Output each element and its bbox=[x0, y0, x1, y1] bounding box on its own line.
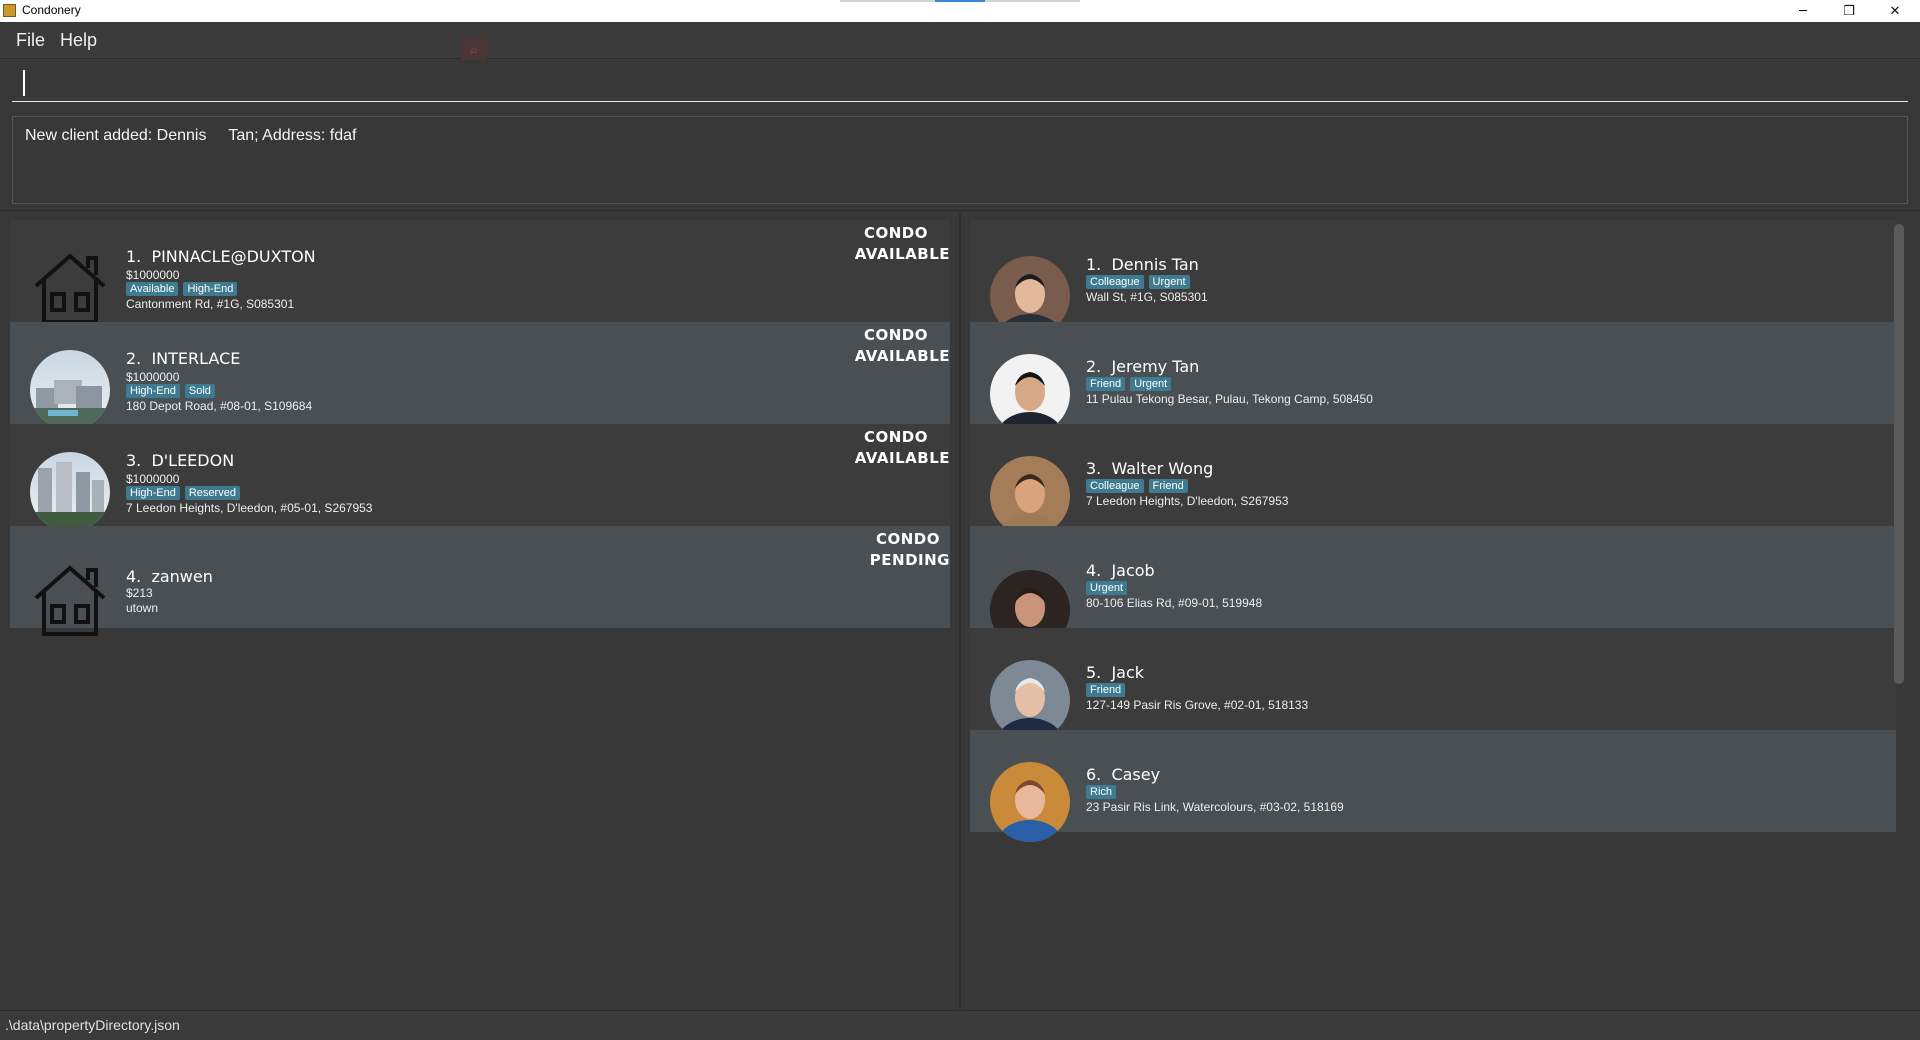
text-cursor bbox=[23, 70, 25, 96]
client-avatar bbox=[990, 456, 1070, 536]
property-list[interactable]: 1. PINNACLE@DUXTON $1000000 Available High-… bbox=[10, 220, 950, 1010]
app-icon bbox=[3, 4, 16, 17]
title-bar: Condonery ─ ❐ ✕ bbox=[0, 0, 1920, 22]
status-file-path: .\data\propertyDirectory.json bbox=[5, 1017, 180, 1033]
property-price: $1000000 bbox=[126, 268, 180, 282]
minimize-button[interactable]: ─ bbox=[1780, 0, 1826, 22]
property-address: Cantonment Rd, #1G, S085301 bbox=[126, 297, 295, 311]
client-tags: Colleague Friend bbox=[1086, 479, 1188, 493]
client-card[interactable]: 2. Jeremy Tan Friend Urgent 11 Pulau Tekong… bbox=[970, 322, 1896, 434]
property-card[interactable]: 3. D'LEEDON $1000000 High-End Reserved 7 Lee… bbox=[10, 424, 950, 532]
tag-label: Friend bbox=[1148, 479, 1188, 493]
property-tags: High-End Sold bbox=[126, 384, 215, 398]
property-type: CONDO bbox=[875, 530, 940, 548]
tag-label: High-End bbox=[183, 282, 238, 296]
tag-label: High-End bbox=[126, 384, 180, 398]
tag-label: Friend bbox=[1086, 377, 1126, 391]
tag-label: Reserved bbox=[184, 486, 240, 500]
client-avatar bbox=[990, 762, 1070, 842]
property-card[interactable]: 2. INTERLACE $1000000 High-End Sold 180 Depo… bbox=[10, 322, 950, 430]
house-icon bbox=[30, 248, 110, 328]
client-avatar bbox=[990, 354, 1070, 434]
client-tags: Colleague Urgent bbox=[1086, 275, 1190, 289]
property-address: utown bbox=[126, 601, 159, 615]
client-tags: Friend Urgent bbox=[1086, 377, 1172, 391]
property-status: PENDING bbox=[869, 551, 950, 569]
split-pane-divider[interactable] bbox=[959, 212, 961, 1010]
client-tags: Urgent bbox=[1086, 581, 1128, 595]
property-address: 7 Leedon Heights, D'leedon, #05-01, S267… bbox=[126, 501, 373, 515]
command-input[interactable] bbox=[12, 68, 1908, 102]
client-address: 7 Leedon Heights, D'leedon, S267953 bbox=[1086, 494, 1289, 508]
property-tags: High-End Reserved bbox=[126, 486, 240, 500]
client-name: 5. Jack bbox=[1086, 663, 1145, 682]
command-box bbox=[0, 60, 1920, 108]
tag-label: Available bbox=[126, 282, 179, 296]
divider bbox=[0, 210, 1920, 211]
client-name: 6. Casey bbox=[1086, 765, 1161, 784]
result-display: New client added: Dennis Tan; Address: f… bbox=[12, 116, 1908, 204]
menu-bar: File Help bbox=[0, 22, 1920, 59]
house-icon bbox=[30, 560, 110, 640]
client-name: 4. Jacob bbox=[1086, 561, 1155, 580]
tag-label: High-End bbox=[126, 486, 180, 500]
property-status: AVAILABLE bbox=[854, 347, 950, 365]
client-card[interactable]: 4. Jacob Urgent 80-106 Elias Rd, #09-01, 5… bbox=[970, 526, 1896, 650]
property-name: 4. zanwen bbox=[126, 567, 213, 586]
property-photo bbox=[30, 350, 110, 430]
client-card[interactable]: 1. Dennis Tan Colleague Urgent Wall St, #1G… bbox=[970, 220, 1896, 336]
client-name: 1. Dennis Tan bbox=[1086, 255, 1199, 274]
menu-help[interactable]: Help bbox=[60, 30, 97, 51]
client-address: Wall St, #1G, S085301 bbox=[1086, 290, 1208, 304]
property-address: 180 Depot Road, #08-01, S109684 bbox=[126, 399, 313, 413]
property-tags: Available High-End bbox=[126, 282, 238, 296]
taskbar-indicator bbox=[840, 0, 1080, 2]
client-card[interactable]: 6. Casey Rich 23 Pasir Ris Link, Watercolo… bbox=[970, 730, 1896, 842]
property-name: 1. PINNACLE@DUXTON bbox=[126, 247, 316, 266]
restore-button[interactable]: ❐ bbox=[1826, 0, 1872, 22]
result-message: New client added: Dennis Tan; Address: f… bbox=[25, 127, 357, 144]
property-price: $1000000 bbox=[126, 472, 180, 486]
tag-label: Colleague bbox=[1086, 275, 1144, 289]
client-address: 80-106 Elias Rd, #09-01, 519948 bbox=[1086, 596, 1263, 610]
client-name: 3. Walter Wong bbox=[1086, 459, 1214, 478]
client-address: 11 Pulau Tekong Besar, Pulau, Tekong Cam… bbox=[1086, 392, 1373, 406]
property-status: AVAILABLE bbox=[854, 245, 950, 263]
property-name: 2. INTERLACE bbox=[126, 349, 241, 368]
tag-label: Colleague bbox=[1086, 479, 1144, 493]
client-list-scrollbar[interactable] bbox=[1894, 224, 1904, 684]
client-tags: Rich bbox=[1086, 785, 1117, 799]
property-card[interactable]: 1. PINNACLE@DUXTON $1000000 Available High-… bbox=[10, 220, 950, 324]
tag-label: Rich bbox=[1086, 785, 1117, 799]
client-address: 127-149 Pasir Ris Grove, #02-01, 518133 bbox=[1086, 698, 1309, 712]
client-card[interactable]: 5. Jack Friend 127-149 Pasir Ris Grove, #0… bbox=[970, 628, 1896, 740]
client-list[interactable]: 1. Dennis Tan Colleague Urgent Wall St, #1G… bbox=[970, 220, 1896, 1000]
menu-file[interactable]: File bbox=[16, 30, 45, 51]
property-price: $213 bbox=[126, 586, 153, 600]
client-name: 2. Jeremy Tan bbox=[1086, 357, 1200, 376]
property-photo bbox=[30, 452, 110, 532]
property-type: CONDO bbox=[863, 428, 928, 446]
client-avatar bbox=[990, 660, 1070, 740]
property-card[interactable]: 4. zanwen $213 utown CONDO PENDING bbox=[10, 526, 950, 636]
property-type: CONDO bbox=[863, 326, 928, 344]
tag-label: Sold bbox=[184, 384, 215, 398]
window-title: Condonery bbox=[22, 3, 81, 17]
property-name: 3. D'LEEDON bbox=[126, 451, 235, 470]
tag-label: Urgent bbox=[1086, 581, 1128, 595]
property-price: $1000000 bbox=[126, 370, 180, 384]
tag-label: Urgent bbox=[1148, 275, 1190, 289]
status-bar: .\data\propertyDirectory.json bbox=[0, 1010, 1920, 1040]
property-type: CONDO bbox=[863, 224, 928, 242]
client-card[interactable]: 3. Walter Wong Colleague Friend 7 Leedon He… bbox=[970, 424, 1896, 536]
client-tags: Friend bbox=[1086, 683, 1126, 697]
tag-label: Urgent bbox=[1130, 377, 1172, 391]
property-status: AVAILABLE bbox=[854, 449, 950, 467]
client-address: 23 Pasir Ris Link, Watercolours, #03-02,… bbox=[1086, 800, 1344, 814]
tag-label: Friend bbox=[1086, 683, 1126, 697]
close-button[interactable]: ✕ bbox=[1872, 0, 1918, 22]
